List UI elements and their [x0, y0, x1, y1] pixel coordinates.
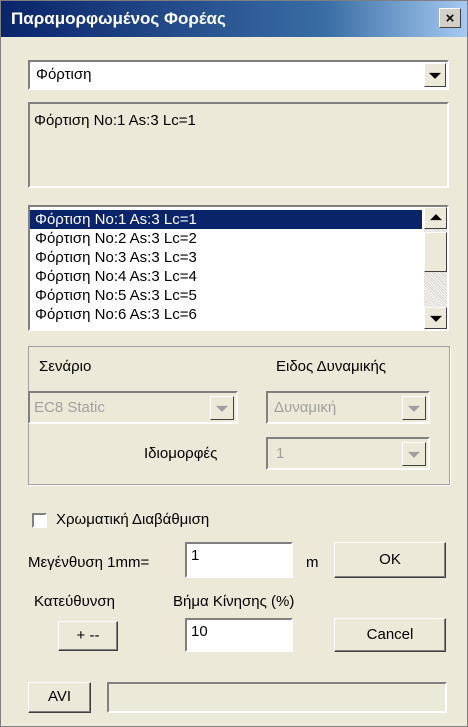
- title-bar[interactable]: Παραμορφωμένος Φορέας ×: [1, 1, 467, 37]
- status-field: [107, 682, 447, 713]
- chevron-down-icon: [216, 405, 228, 412]
- step-input[interactable]: 10: [185, 618, 293, 652]
- ok-button[interactable]: OK: [334, 542, 446, 578]
- color-gradation-checkbox[interactable]: [32, 513, 47, 528]
- mode-shapes-label: Ιδιομορφές: [144, 445, 218, 462]
- load-case-items: Φόρτιση No:1 As:3 Lc=1 Φόρτιση No:2 As:3 …: [30, 210, 422, 324]
- magnification-value: 1: [191, 547, 200, 564]
- dynamic-type-label: Ειδος Δυναμικής: [276, 358, 387, 375]
- chevron-down-icon: [429, 315, 442, 322]
- mode-shapes-dropdown-button: [402, 442, 426, 466]
- dynamic-type-select: Δυναμική: [266, 391, 430, 424]
- loading-select-value: Φόρτιση: [36, 66, 92, 83]
- scenario-label: Σενάριο: [39, 358, 92, 375]
- chevron-down-icon: [408, 451, 420, 458]
- direction-label: Κατεύθυνση: [34, 593, 115, 610]
- list-item[interactable]: Φόρτιση No:5 As:3 Lc=5: [30, 286, 422, 305]
- step-value: 10: [191, 623, 208, 640]
- chevron-down-icon: [429, 72, 441, 79]
- scenario-select: EC8 Static: [28, 391, 238, 424]
- list-item[interactable]: Φόρτιση No:2 As:3 Lc=2: [30, 229, 422, 248]
- scenario-select-value: EC8 Static: [34, 399, 105, 416]
- magnification-unit: m: [306, 554, 319, 571]
- list-item[interactable]: Φόρτιση No:6 As:3 Lc=6: [30, 305, 422, 324]
- avi-button[interactable]: AVI: [28, 682, 91, 713]
- magnification-input[interactable]: 1: [185, 542, 293, 578]
- load-case-list[interactable]: Φόρτιση No:1 As:3 Lc=1 Φόρτιση No:2 As:3 …: [28, 205, 449, 331]
- scenario-dropdown-button: [210, 396, 234, 420]
- dynamic-type-value: Δυναμική: [274, 399, 337, 416]
- list-item[interactable]: Φόρτιση No:1 As:3 Lc=1: [30, 210, 422, 229]
- close-button[interactable]: ×: [439, 8, 461, 28]
- list-item[interactable]: Φόρτιση No:4 As:3 Lc=4: [30, 267, 422, 286]
- info-text: Φόρτιση No:1 As:3 Lc=1: [34, 112, 196, 129]
- list-item[interactable]: Φόρτιση No:3 As:3 Lc=3: [30, 248, 422, 267]
- loading-select[interactable]: Φόρτιση: [28, 60, 449, 90]
- window-title: Παραμορφωμένος Φορέας: [11, 9, 226, 28]
- magnification-label: Μεγένθυση 1mm=: [28, 554, 150, 571]
- chevron-up-icon: [429, 214, 442, 221]
- scroll-up-button[interactable]: [424, 207, 447, 229]
- cancel-button[interactable]: Cancel: [334, 618, 446, 652]
- direction-toggle-button[interactable]: + --: [58, 621, 118, 651]
- dialog-window: Παραμορφωμένος Φορέας × Φόρτιση Φόρτιση …: [0, 0, 468, 727]
- loading-select-dropdown-button[interactable]: [424, 63, 446, 87]
- chevron-down-icon: [408, 405, 420, 412]
- dynamic-type-dropdown-button: [402, 396, 426, 420]
- mode-shapes-value: 1: [276, 445, 285, 462]
- info-box: Φόρτιση No:1 As:3 Lc=1: [28, 102, 449, 188]
- color-gradation-label: Χρωματική Διαβάθμιση: [56, 511, 210, 528]
- step-label: Βήμα Κίνησης (%): [173, 593, 295, 610]
- mode-shapes-select: 1: [266, 437, 430, 470]
- list-scrollbar[interactable]: [424, 207, 447, 329]
- scroll-down-button[interactable]: [424, 307, 447, 329]
- scroll-thumb[interactable]: [424, 232, 447, 272]
